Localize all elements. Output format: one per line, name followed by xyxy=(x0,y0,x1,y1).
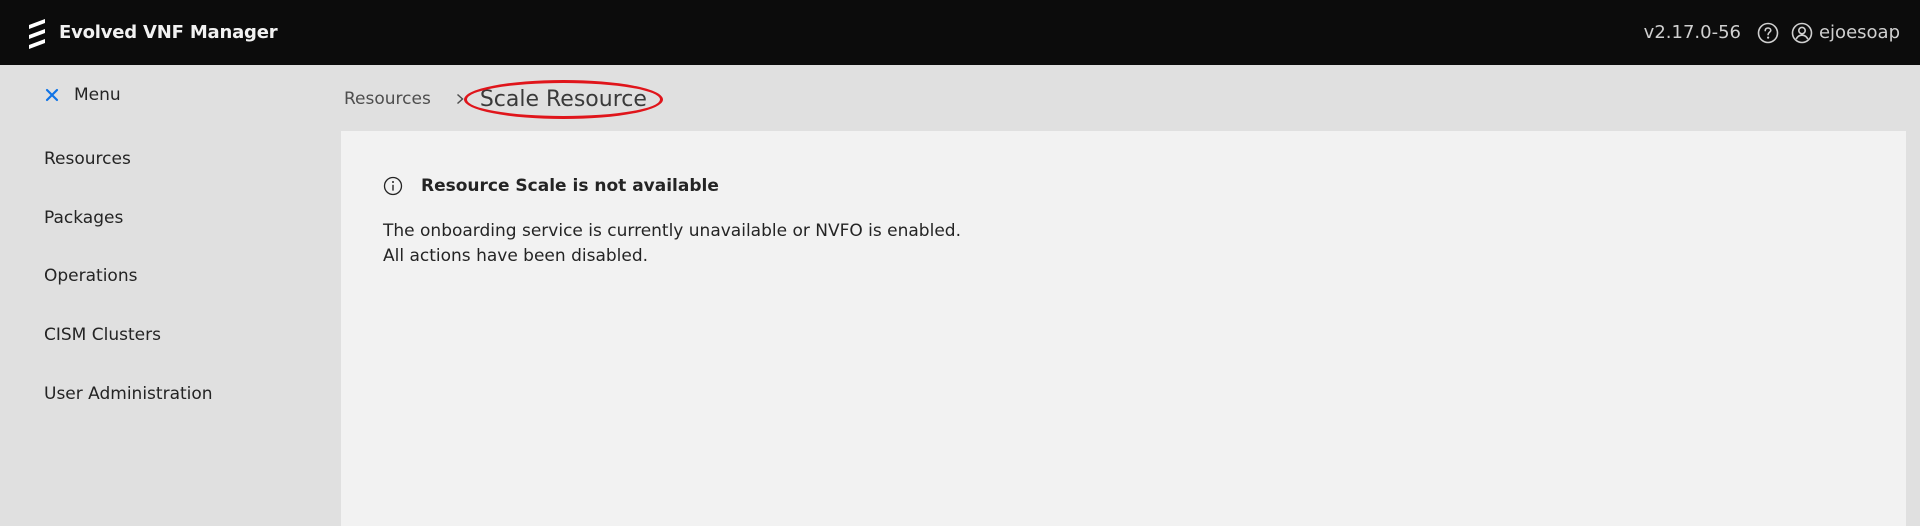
page-title: Scale Resource xyxy=(479,86,647,112)
info-circle-icon xyxy=(383,176,403,196)
user-circle-icon xyxy=(1791,22,1813,43)
sidebar-item-operations[interactable]: Operations xyxy=(44,266,137,286)
sidebar: Menu Resources Packages Operations CISM … xyxy=(0,65,341,526)
help-circle-icon[interactable] xyxy=(1757,22,1779,44)
menu-label: Menu xyxy=(74,85,121,105)
main-content: Resource Scale is not available The onbo… xyxy=(341,131,1906,526)
app-title: Evolved VNF Manager xyxy=(59,22,278,43)
close-icon xyxy=(45,88,59,102)
breadcrumb-resources-link[interactable]: Resources xyxy=(344,89,431,109)
message-line-2: All actions have been disabled. xyxy=(383,246,649,266)
sidebar-item-packages[interactable]: Packages xyxy=(44,208,123,228)
menu-toggle-button[interactable]: Menu xyxy=(44,85,121,105)
message-line-1: The onboarding service is currently unav… xyxy=(383,221,961,241)
user-menu[interactable]: ejoesoap xyxy=(1791,22,1900,44)
message-title: Resource Scale is not available xyxy=(421,176,719,196)
sidebar-item-user-administration[interactable]: User Administration xyxy=(44,384,213,404)
chevron-right-icon xyxy=(456,93,464,105)
message-header: Resource Scale is not available xyxy=(383,176,719,196)
ericsson-logo-icon xyxy=(29,18,45,49)
sidebar-item-cism-clusters[interactable]: CISM Clusters xyxy=(44,325,161,345)
top-bar: Evolved VNF Manager v2.17.0-56 ejoesoap xyxy=(0,0,1920,65)
username: ejoesoap xyxy=(1818,22,1900,43)
brand[interactable]: Evolved VNF Manager xyxy=(26,16,278,50)
topbar-right: v2.17.0-56 ejoesoap xyxy=(1644,22,1900,44)
sidebar-item-resources[interactable]: Resources xyxy=(44,149,131,169)
version-label: v2.17.0-56 xyxy=(1643,22,1741,43)
breadcrumb: Resources Scale Resource xyxy=(344,79,663,119)
breadcrumb-current: Scale Resource xyxy=(463,79,663,119)
